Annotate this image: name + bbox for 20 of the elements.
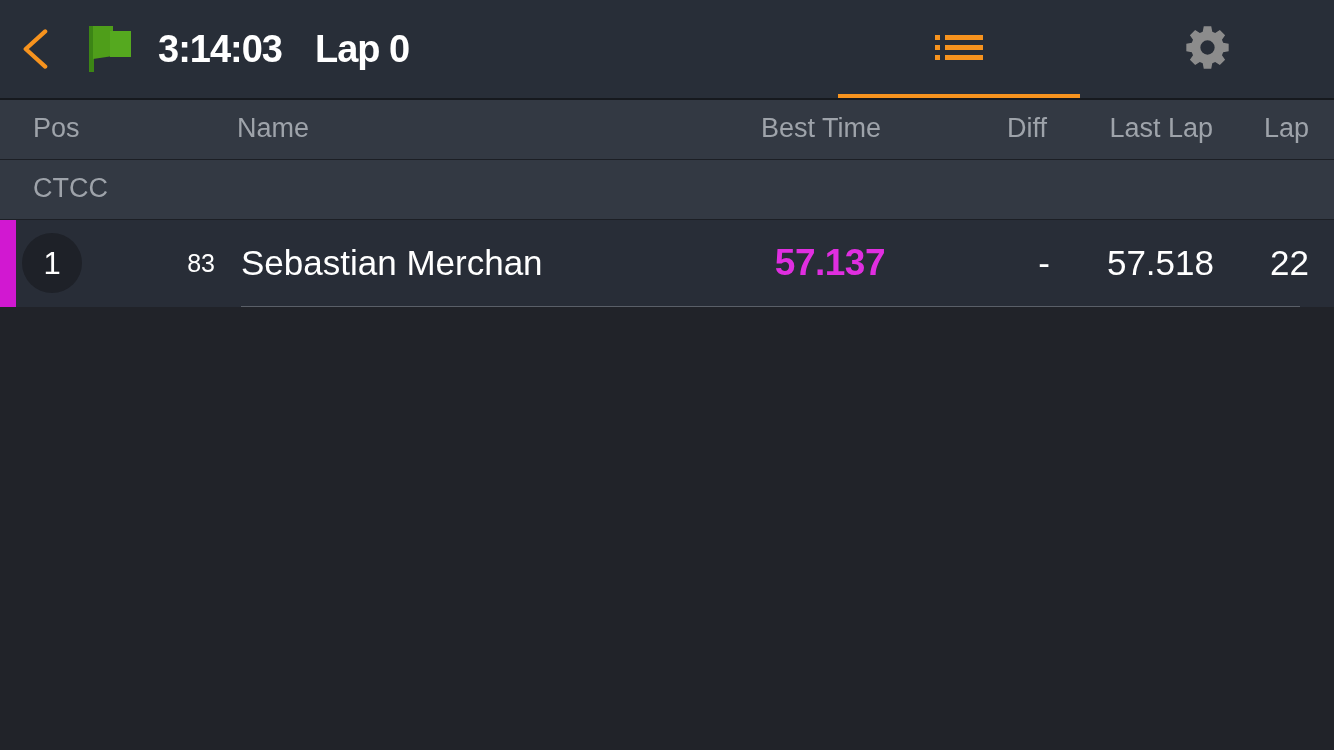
lap-label: Lap 0 xyxy=(315,30,410,68)
position-badge: 1 xyxy=(22,233,82,293)
race-time: 3:14:03 xyxy=(158,30,282,68)
group-label: CTCC xyxy=(33,173,108,203)
car-number: 83 xyxy=(187,250,216,276)
gear-icon xyxy=(1185,25,1229,69)
lap-count: 22 xyxy=(1270,242,1309,282)
driver-name: Sebastian Merchan xyxy=(241,242,543,282)
best-time: 57.137 xyxy=(774,242,885,283)
column-header: Last Lap xyxy=(1109,113,1213,143)
column-header: Pos xyxy=(33,113,80,143)
chevron-left-icon xyxy=(22,28,48,70)
diff-value: - xyxy=(1038,242,1050,282)
column-header: Name xyxy=(237,113,310,143)
last-lap-time: 57.518 xyxy=(1106,242,1214,282)
column-header: Diff xyxy=(1007,113,1047,143)
list-icon xyxy=(935,34,983,60)
back-button[interactable] xyxy=(21,27,49,71)
column-header: Best Time xyxy=(760,113,881,143)
column-header: Lap xyxy=(1263,113,1309,143)
